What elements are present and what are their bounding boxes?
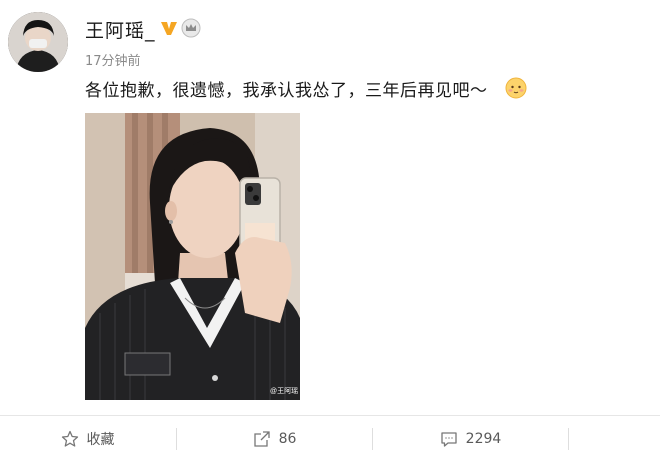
post-text: 各位抱歉，很遗憾，我承认我怂了，三年后再见吧～ xyxy=(85,81,488,101)
action-separator xyxy=(568,428,569,450)
repost-icon xyxy=(253,431,270,447)
star-icon xyxy=(61,430,78,447)
post-photo[interactable]: @王阿瑶 xyxy=(85,113,300,400)
favorite-button[interactable]: 收藏 xyxy=(0,416,175,462)
username[interactable]: 王阿瑶_ xyxy=(85,16,156,43)
comment-icon xyxy=(441,432,457,447)
comment-button[interactable]: 2294 xyxy=(373,416,568,462)
repost-button[interactable]: 86 xyxy=(177,416,372,462)
photo-watermark: @王阿瑶 xyxy=(270,386,298,395)
repost-count: 86 xyxy=(278,431,297,447)
avatar[interactable] xyxy=(8,12,68,72)
avatar-icon xyxy=(8,12,68,72)
blushing-face-icon xyxy=(505,77,527,99)
mirror-selfie-image: @王阿瑶 xyxy=(85,113,300,400)
verified-v-icon xyxy=(161,22,177,35)
crown-icon xyxy=(181,18,201,38)
comment-count: 2294 xyxy=(465,431,502,447)
favorite-label: 收藏 xyxy=(86,432,115,448)
post-timestamp: 17分钟前 xyxy=(85,54,141,69)
weibo-post: 王阿瑶_ 17分钟前 各位抱歉，很遗憾，我承认我怂了，三年后再见吧～ @王阿瑶 … xyxy=(0,0,660,462)
